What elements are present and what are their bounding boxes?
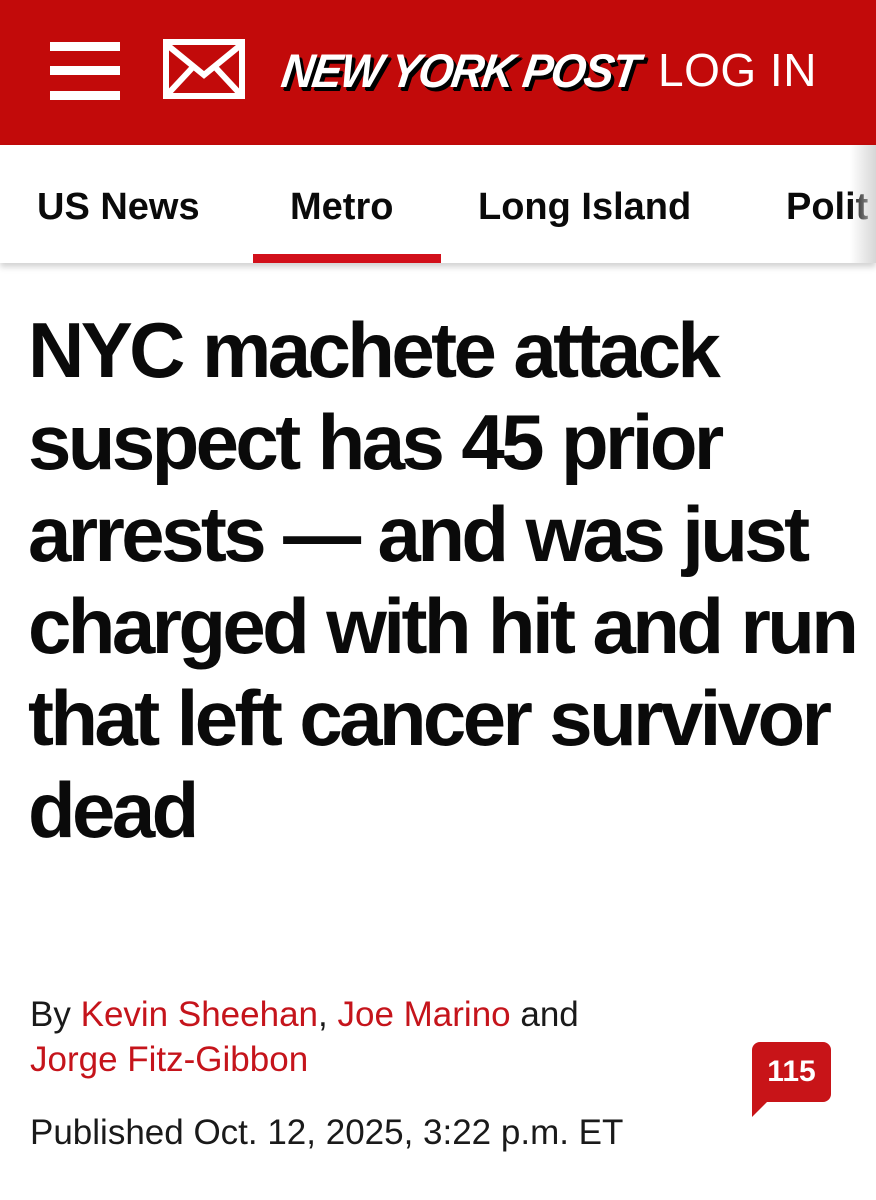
nav-item-us-news[interactable]: US News [37, 185, 200, 229]
byline-separator: , [318, 995, 328, 1034]
comment-count: 115 [767, 1055, 816, 1088]
site-header: NEW YORK POST LOG IN [0, 0, 876, 145]
menu-icon-bar [50, 42, 120, 51]
menu-icon-bar [50, 91, 120, 100]
byline: By Kevin Sheehan, Joe Marino and Jorge Fi… [30, 992, 730, 1082]
author-link[interactable]: Joe Marino [337, 995, 510, 1034]
nav-item-long-island[interactable]: Long Island [478, 185, 691, 229]
author-link[interactable]: Kevin Sheehan [81, 995, 318, 1034]
nav-scroll-fade [850, 145, 876, 263]
section-nav: US News Metro Long Island Polit [0, 145, 876, 263]
author-link[interactable]: Jorge Fitz-Gibbon [30, 1040, 308, 1079]
byline-and: and [520, 995, 579, 1034]
byline-prefix: By [30, 995, 71, 1034]
site-logo[interactable]: NEW YORK POST [277, 38, 641, 103]
mail-icon[interactable] [163, 39, 245, 99]
menu-icon-bar [50, 66, 120, 75]
menu-icon[interactable] [50, 42, 120, 100]
login-button[interactable]: LOG IN [658, 44, 817, 96]
article-headline: NYC machete attack suspect has 45 prior … [28, 306, 859, 854]
comments-button[interactable]: 115 [752, 1042, 831, 1117]
active-tab-indicator [253, 254, 441, 263]
published-date: Published Oct. 12, 2025, 3:22 p.m. ET [30, 1113, 624, 1152]
nav-item-metro[interactable]: Metro [290, 185, 393, 229]
